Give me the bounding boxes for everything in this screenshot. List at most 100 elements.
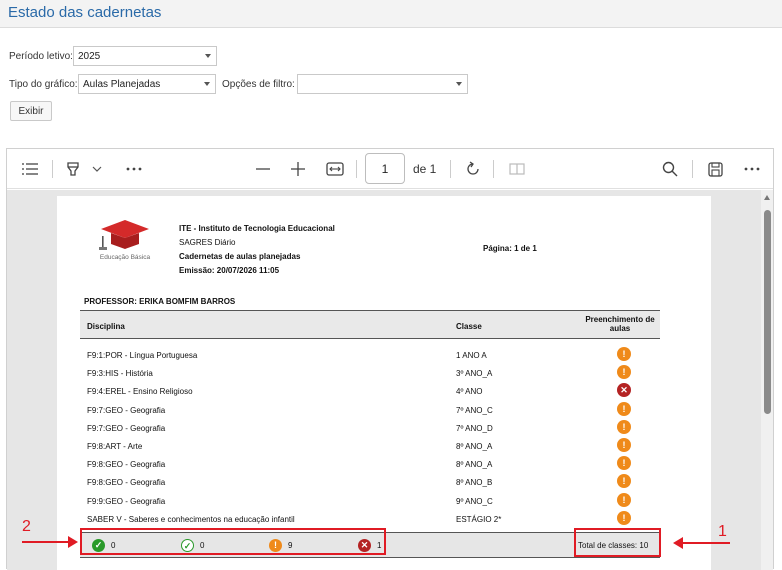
education-logo: Educação Básica [97, 216, 153, 272]
tipo-value: Aulas Planejadas [83, 79, 161, 90]
cell-classe: 9º ANO_C [456, 496, 493, 506]
warning-icon: ! [617, 347, 631, 361]
table-row: F9:9:GEO - Geografia 9º ANO_C! [80, 492, 660, 511]
error-icon: ✕ [617, 383, 631, 398]
vertical-scrollbar[interactable] [761, 190, 773, 570]
cell-disciplina: F9:9:GEO - Geografia [87, 496, 166, 506]
chevron-down-icon [204, 82, 210, 86]
cell-disciplina: F9:8:GEO - Geografia [87, 478, 166, 488]
table-row: F9:8:GEO - Geografia 8º ANO_B! [80, 474, 660, 492]
cell-classe: 7º ANO_D [456, 423, 493, 433]
annotation-label-1: 1 [718, 523, 727, 540]
scroll-thumb[interactable] [764, 210, 771, 414]
logo-text: Educação Básica [99, 254, 151, 261]
toolbar-separator [692, 160, 693, 178]
cell-disciplina: F9:8:ART - Arte [87, 442, 143, 451]
periodo-value: 2025 [78, 51, 101, 62]
filtro-label: Opções de filtro: [222, 79, 295, 90]
toolbar-separator [356, 160, 357, 178]
toolbar-separator [450, 160, 451, 178]
periodo-select[interactable]: 2025 [73, 46, 217, 66]
header-disciplina: Disciplina [87, 322, 125, 331]
more-options-icon[interactable] [741, 159, 763, 179]
table-row: F9:3:HIS - História 3º ANO_A! [80, 365, 660, 383]
header-classe: Classe [456, 322, 482, 331]
warning-icon: ! [617, 456, 631, 471]
cell-disciplina: F9:1:POR - Língua Portuguesa [87, 351, 198, 360]
page-total: de 1 [413, 162, 437, 176]
annotation-box-2 [80, 528, 386, 555]
cell-classe: 8º ANO_A [456, 460, 493, 470]
annotation-arrow-2 [22, 541, 70, 543]
system-name: SAGRES Diário [179, 238, 236, 247]
exibir-button[interactable]: Exibir [10, 101, 52, 121]
cell-classe: 3º ANO_A [456, 369, 493, 379]
page-view-icon[interactable] [507, 159, 527, 179]
warning-icon: ! [617, 474, 631, 489]
title-bar: Estado das cadernetas [0, 0, 782, 28]
cell-classe: 4º ANO [456, 387, 483, 397]
periodo-label: Período letivo: [9, 51, 73, 62]
cell-disciplina: SABER V - Saberes e conhecimentos na edu… [87, 514, 295, 524]
annotation-arrow-1 [682, 542, 730, 544]
cell-classe: 7º ANO_C [456, 405, 493, 415]
emission-date: Emissão: 20/07/2026 11:05 [179, 266, 280, 275]
fit-width-icon[interactable] [325, 159, 345, 179]
pdf-viewer: 1 de 1 Educação Básica ITE - Instituto d… [6, 148, 774, 570]
toolbar-separator [52, 160, 53, 178]
page-info: Página: 1 de 1 [483, 244, 537, 253]
cell-classe: ESTÁGIO 2* [456, 514, 502, 524]
tipo-label: Tipo do gráfico: [9, 79, 78, 90]
table-row: F9:7:GEO - Geografia 7º ANO_C! [80, 401, 660, 420]
chevron-down-icon [205, 54, 211, 58]
warning-icon: ! [617, 419, 631, 434]
table-row: SABER V - Saberes e conhecimentos na edu… [80, 510, 660, 529]
cell-classe: 8º ANO_A [456, 442, 493, 451]
annotation-label-2: 2 [22, 518, 31, 535]
report-page: Educação Básica ITE - Instituto de Tecno… [57, 196, 711, 570]
table-row: F9:8:GEO - Geografia 8º ANO_A! [80, 456, 660, 474]
zoom-in-icon[interactable] [288, 159, 308, 179]
filtro-select[interactable] [297, 74, 468, 94]
contents-icon[interactable] [19, 159, 41, 179]
cell-disciplina: F9:8:GEO - Geografia [87, 460, 166, 470]
save-icon[interactable] [705, 159, 725, 179]
warning-icon: ! [617, 438, 631, 452]
search-icon[interactable] [660, 159, 680, 179]
cell-disciplina: F9:3:HIS - História [87, 369, 153, 379]
page-number-input[interactable]: 1 [365, 153, 405, 184]
zoom-out-icon[interactable] [253, 159, 273, 179]
table-row: F9:1:POR - Língua Portuguesa 1 ANO A! [80, 347, 660, 365]
report-name: Cadernetas de aulas planejadas [179, 252, 301, 261]
table-row: F9:8:ART - Arte 8º ANO_A! [80, 438, 660, 456]
chevron-down-icon [456, 82, 462, 86]
highlight-icon[interactable] [63, 159, 83, 179]
cell-disciplina: F9:7:GEO - Geografia [87, 423, 166, 433]
toolbar-separator [493, 160, 494, 178]
cell-classe: 8º ANO_B [456, 478, 493, 488]
cell-classe: 1 ANO A [456, 351, 487, 360]
chevron-down-icon[interactable] [89, 159, 105, 179]
annotation-box-1 [574, 528, 661, 557]
table-header: Disciplina Classe Preenchimento de aulas [80, 310, 660, 339]
professor-name: PROFESSOR: ERIKA BOMFIM BARROS [84, 297, 236, 306]
header-preenchimento: Preenchimento de aulas [585, 315, 655, 333]
more-options-icon[interactable] [123, 159, 145, 179]
pdf-toolbar: 1 de 1 [7, 149, 773, 189]
cell-disciplina: F9:4:EREL - Ensino Religioso [87, 387, 193, 397]
pdf-canvas: Educação Básica ITE - Instituto de Tecno… [7, 190, 773, 570]
cell-disciplina: F9:7:GEO - Geografia [87, 405, 166, 415]
arrow-left-icon [673, 537, 683, 549]
warning-icon: ! [617, 510, 631, 525]
rotate-icon[interactable] [463, 159, 483, 179]
page-title: Estado das cadernetas [8, 4, 162, 21]
arrow-right-icon [68, 536, 78, 548]
institution-name: ITE - Instituto de Tecnologia Educaciona… [179, 224, 335, 233]
tipo-select[interactable]: Aulas Planejadas [78, 74, 216, 94]
warning-icon: ! [617, 401, 631, 416]
table-row: F9:4:EREL - Ensino Religioso 4º ANO ✕ [80, 383, 660, 401]
warning-icon: ! [617, 365, 631, 380]
table-row: F9:7:GEO - Geografia 7º ANO_D! [80, 419, 660, 438]
scroll-up-icon[interactable] [764, 195, 770, 200]
warning-icon: ! [617, 492, 631, 507]
